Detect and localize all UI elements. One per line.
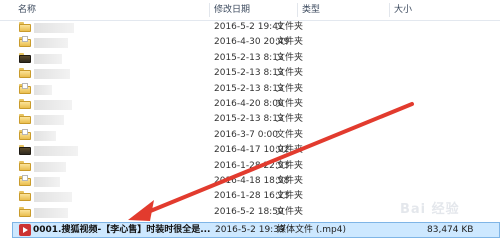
- row-date-modified: 2015-2-13 8:13: [214, 114, 284, 125]
- file-list-row[interactable]: 2016-5-2 19:41 文件夹: [0, 20, 500, 35]
- blurred-folder-name: [34, 161, 66, 172]
- folder-icon: [19, 114, 31, 125]
- row-type: 文件夹: [276, 145, 304, 156]
- file-list-row[interactable]: 2016-4-17 10:02 文件夹: [0, 143, 500, 158]
- row-date-modified: 2015-2-13 8:13: [214, 52, 284, 63]
- column-divider[interactable]: [389, 3, 390, 17]
- folder-icon: [19, 175, 31, 186]
- folder-icon: [19, 99, 31, 109]
- folder-icon: [19, 160, 31, 171]
- file-list-row[interactable]: 2016-4-18 18:58 文件夹: [0, 174, 500, 189]
- row-type: 文件夹: [276, 191, 304, 202]
- column-size[interactable]: 大小: [394, 0, 412, 20]
- row-date-modified: 2016-3-7 0:00: [214, 129, 278, 140]
- file-list-row[interactable]: 2015-2-13 8:13 文件夹: [0, 51, 500, 66]
- blurred-folder-name: [34, 84, 52, 95]
- blurred-folder-name: [34, 38, 68, 49]
- row-date-modified: 2016-4-20 8:06: [214, 99, 284, 109]
- selected-file-name: 0001.搜狐视频-【李心售】时装时很全是...: [33, 225, 211, 235]
- row-type: 文件夹: [276, 160, 304, 171]
- blurred-folder-name: [34, 177, 60, 187]
- video-file-icon: [19, 224, 31, 236]
- row-date-modified: 2016-5-2 19:41: [214, 22, 284, 32]
- row-type: 文件夹: [276, 176, 304, 186]
- column-header: 名称 修改日期 类型 大小: [0, 0, 500, 21]
- blurred-folder-name: [34, 115, 64, 126]
- column-type[interactable]: 类型: [302, 0, 320, 20]
- blurred-folder-name: [34, 100, 72, 110]
- blurred-folder-name: [34, 130, 56, 141]
- row-type: 文件夹: [276, 129, 304, 140]
- row-type: 文件夹: [276, 52, 304, 63]
- file-list-row[interactable]: 2015-2-13 8:13 文件夹: [0, 82, 500, 97]
- folder-icon: [19, 145, 31, 156]
- column-divider[interactable]: [209, 3, 210, 17]
- file-list-row[interactable]: 2016-4-30 20:49 文件夹: [0, 35, 500, 50]
- folder-icon: [19, 36, 31, 48]
- watermark: Bai 经验: [400, 202, 460, 217]
- column-name[interactable]: 名称: [18, 0, 36, 20]
- blurred-folder-name: [34, 53, 62, 64]
- file-list-row[interactable]: 2015-2-13 8:13 文件夹: [0, 66, 500, 81]
- folder-icon: [19, 128, 31, 140]
- file-list-row[interactable]: 2016-1-28 22:53 文件夹: [0, 159, 500, 174]
- file-list-row[interactable]: 2016-3-7 0:00 文件夹: [0, 128, 500, 143]
- row-type: 文件夹: [276, 114, 304, 125]
- row-date-modified: 2015-2-13 8:13: [214, 68, 284, 79]
- row-date-modified: 2016-5-2 18:50: [214, 206, 284, 217]
- column-date-modified[interactable]: 修改日期: [214, 0, 250, 20]
- blurred-folder-name: [34, 192, 72, 203]
- column-divider[interactable]: [297, 3, 298, 17]
- row-type: 文件夹: [276, 68, 304, 79]
- row-date-modified: 2015-2-13 8:13: [214, 83, 284, 94]
- folder-icon: [19, 206, 31, 217]
- selected-file-date: 2016-5-2 19:39: [215, 225, 285, 235]
- row-type: 文件夹: [276, 99, 304, 109]
- blurred-folder-name: [34, 23, 74, 33]
- row-type: 文件夹: [276, 206, 304, 217]
- folder-icon: [19, 191, 31, 202]
- folder-icon: [19, 52, 31, 63]
- file-list-row[interactable]: 2015-2-13 8:13 文件夹: [0, 112, 500, 127]
- row-type: 文件夹: [276, 83, 304, 94]
- row-type: 文件夹: [276, 22, 304, 32]
- folder-icon: [19, 82, 31, 94]
- blurred-folder-name: [34, 69, 70, 80]
- blurred-folder-name: [34, 207, 68, 218]
- folder-icon: [19, 22, 31, 32]
- file-list-row[interactable]: 2016-4-20 8:06 文件夹: [0, 97, 500, 112]
- selected-file-type: 媒体文件 (.mp4): [277, 225, 346, 235]
- folder-icon: [19, 68, 31, 79]
- blurred-folder-name: [34, 146, 78, 157]
- row-type: 文件夹: [276, 37, 304, 48]
- file-explorer: 名称 修改日期 类型 大小 2016-5-2 19:41 文件夹 2016-4-30…: [0, 0, 500, 242]
